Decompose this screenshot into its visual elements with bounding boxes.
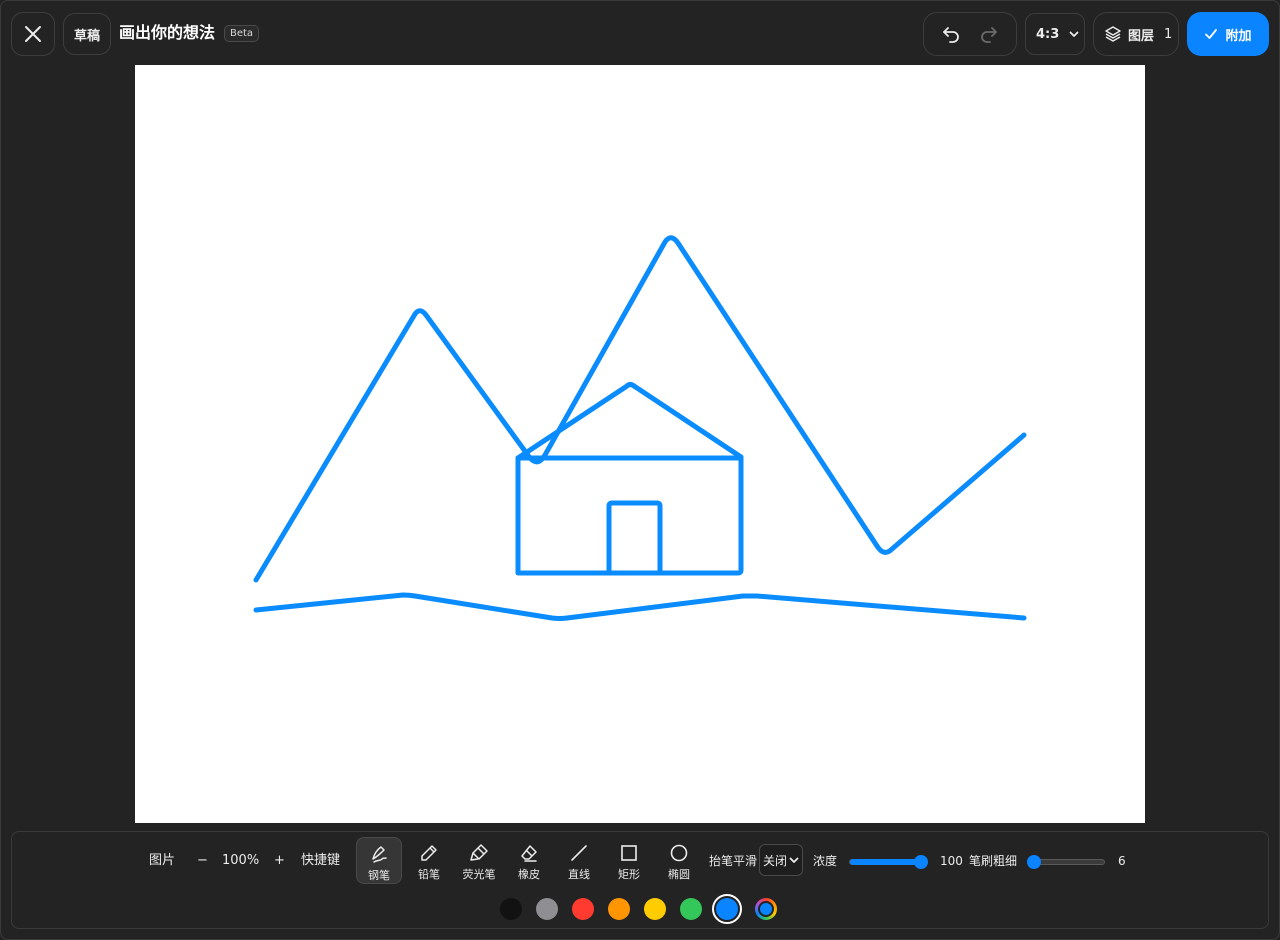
undo-button[interactable] <box>936 19 966 49</box>
opacity-value: 100 <box>940 854 963 868</box>
tool-eraser-label: 橡皮 <box>518 868 540 881</box>
shortcuts-button[interactable]: 快捷键 <box>301 852 340 870</box>
custom-color-picker[interactable] <box>755 898 777 920</box>
redo-icon <box>981 27 997 43</box>
brush-size-slider-thumb[interactable] <box>1027 855 1042 869</box>
color-swatch[interactable] <box>536 898 558 920</box>
image-button[interactable]: 图片 <box>149 852 175 870</box>
redo-button[interactable] <box>974 19 1004 49</box>
ground-stroke <box>253 592 1027 621</box>
pen-icon <box>372 846 387 863</box>
highlighter-icon <box>470 844 488 861</box>
tool-ellipse[interactable]: 椭圆 <box>656 837 702 884</box>
tool-rectangle-label: 矩形 <box>618 868 640 881</box>
tool-pen[interactable]: 钢笔 <box>356 837 402 884</box>
mountain-left-stroke <box>253 235 1027 583</box>
check-icon <box>1205 29 1218 39</box>
brush-size-label: 笔刷粗细 <box>969 854 1018 868</box>
tool-pencil[interactable]: 铅笔 <box>406 837 452 884</box>
tool-pencil-label: 铅笔 <box>418 868 440 881</box>
close-icon <box>25 26 41 42</box>
tool-ellipse-label: 椭圆 <box>668 868 690 881</box>
drawing-canvas[interactable] <box>135 65 1145 823</box>
history-controls <box>923 12 1017 56</box>
layers-count: 1 <box>1164 26 1173 42</box>
ellipse-icon <box>670 844 688 862</box>
aspect-ratio-select[interactable]: 4:3 <box>1025 13 1085 55</box>
zoom-in-button[interactable]: + <box>274 852 285 870</box>
pencil-icon <box>421 845 437 861</box>
color-swatch[interactable] <box>712 894 742 924</box>
brush-size-slider[interactable] <box>1027 855 1105 869</box>
rectangle-icon <box>621 845 637 861</box>
draft-label: 草稿 <box>73 28 100 44</box>
opacity-label: 浓度 <box>813 854 838 868</box>
tool-highlighter-label: 荧光笔 <box>462 868 496 881</box>
tool-line[interactable]: 直线 <box>556 837 602 884</box>
chevron-down-icon <box>789 857 799 863</box>
bottom-toolbar: 图片 − 100% + 快捷键 钢笔 铅笔 荧光笔 橡皮 直线 矩形 椭圆 抬笔… <box>11 831 1269 929</box>
attach-button[interactable]: 附加 <box>1187 12 1269 56</box>
eraser-icon <box>521 845 537 862</box>
tool-rectangle[interactable]: 矩形 <box>606 837 652 884</box>
beta-badge: Beta <box>224 25 260 42</box>
close-button[interactable] <box>11 12 55 56</box>
tool-line-label: 直线 <box>568 868 590 881</box>
color-swatch[interactable] <box>680 898 702 920</box>
color-swatch[interactable] <box>500 898 522 920</box>
zoom-level: 100% <box>222 853 260 868</box>
opacity-slider-thumb[interactable] <box>914 855 928 869</box>
tool-pen-label: 钢笔 <box>368 869 390 882</box>
opacity-slider-fill <box>850 859 921 865</box>
canvas-drawing <box>253 235 1027 621</box>
page-title: 画出你的想法 <box>119 23 216 42</box>
undo-icon <box>943 27 959 43</box>
custom-color-preview <box>758 901 774 917</box>
aspect-ratio-value: 4:3 <box>1036 26 1060 42</box>
line-icon <box>571 845 587 861</box>
smoothing-select[interactable]: 关闭 <box>759 844 803 876</box>
house-door-stroke <box>606 500 663 576</box>
smoothing-label: 抬笔平滑 <box>709 854 758 868</box>
brush-size-value: 6 <box>1118 854 1126 868</box>
zoom-out-button[interactable]: − <box>197 852 208 870</box>
chevron-down-icon <box>1069 31 1079 37</box>
layers-label: 图层 <box>1128 28 1155 44</box>
tool-highlighter[interactable]: 荧光笔 <box>456 837 502 884</box>
attach-label: 附加 <box>1225 28 1252 44</box>
layers-button[interactable]: 图层 1 <box>1093 12 1179 56</box>
color-swatch[interactable] <box>608 898 630 920</box>
color-swatch[interactable] <box>644 898 666 920</box>
layers-icon <box>1105 26 1121 42</box>
color-swatch[interactable] <box>572 898 594 920</box>
draft-button[interactable]: 草稿 <box>63 13 111 55</box>
house-body-stroke <box>515 455 744 576</box>
opacity-slider[interactable] <box>849 855 928 869</box>
smoothing-value: 关闭 <box>763 853 788 868</box>
tool-eraser[interactable]: 橡皮 <box>506 837 552 884</box>
